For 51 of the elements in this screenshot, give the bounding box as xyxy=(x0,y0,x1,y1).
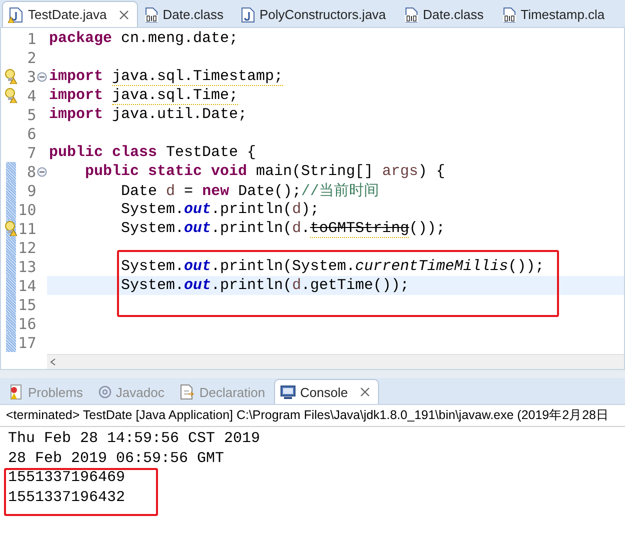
view-tab[interactable]: Console xyxy=(274,379,379,404)
java-file-icon xyxy=(241,6,256,22)
editor-tab[interactable]: Date.class xyxy=(398,1,496,27)
code-line: System.out.println(d.getTime()); xyxy=(120,277,410,294)
problems-icon xyxy=(8,384,24,400)
editor-tab[interactable]: PolyConstructors.java xyxy=(235,1,398,27)
editor-tab[interactable]: Date.class xyxy=(138,1,236,27)
console-output-line: 1551337196432 xyxy=(8,488,126,507)
code-line: Date d = new Date();//当前时间 xyxy=(120,182,380,200)
line-number: 13 xyxy=(17,258,36,276)
code-line: public static void main(String[] args) { xyxy=(84,163,446,180)
line-number: 9 xyxy=(26,182,36,200)
code-line: public class TestDate { xyxy=(49,144,256,161)
line-number: 14 xyxy=(17,276,36,294)
line-number: 12 xyxy=(17,238,36,256)
line-number: 1 xyxy=(26,30,36,48)
console-output-line: 28 Feb 2019 06:59:56 GMT xyxy=(8,448,224,468)
line-number: 15 xyxy=(17,296,36,314)
line-number: 10 xyxy=(17,200,36,218)
line-number: 4 xyxy=(26,86,36,104)
class-file-icon xyxy=(144,6,159,22)
line-number: 5 xyxy=(26,106,36,124)
code-line: System.out.println(System.currentTimeMillis()); xyxy=(120,258,544,275)
monitor-icon xyxy=(280,384,296,400)
line-number: 7 xyxy=(26,144,36,162)
console-status: <terminated> TestDate [Java Application] C:\Program Files\Java\jdk1.8.0_191\bin\javaw.exe (2019年2月28日 xyxy=(0,405,625,427)
console-output-line: Thu Feb 28 14:59:56 CST 2019 xyxy=(8,429,260,448)
class-file-icon xyxy=(404,6,419,22)
declaration-icon xyxy=(179,384,196,400)
code-line: import java.sql.Time; xyxy=(49,87,238,104)
close-icon[interactable] xyxy=(360,387,370,397)
collapse-icon[interactable] xyxy=(37,166,47,176)
close-icon[interactable] xyxy=(118,10,129,20)
line-number: 3 xyxy=(26,68,36,86)
line-number: 8 xyxy=(26,162,36,180)
horizontal-scrollbar[interactable] xyxy=(47,354,624,369)
line-number: 17 xyxy=(17,334,36,352)
console-output-line: 1551337196469 xyxy=(8,468,126,488)
code-line: System.out.println(d.toGMTString()); xyxy=(120,220,446,237)
line-number: 2 xyxy=(26,48,36,66)
line-number: 11 xyxy=(17,220,36,238)
code-line: System.out.println(d); xyxy=(120,201,320,218)
editor-tab[interactable]: TestDate.java xyxy=(2,1,138,27)
code-line: import java.sql.Timestamp; xyxy=(49,68,284,85)
collapse-icon[interactable] xyxy=(37,72,47,82)
code-line: package cn.meng.date; xyxy=(49,30,238,47)
class-file-icon xyxy=(502,6,517,22)
editor-tab[interactable]: Timestamp.cla xyxy=(496,1,617,27)
line-number: 6 xyxy=(26,124,36,142)
code-line: import java.util.Date; xyxy=(49,106,248,123)
line-number: 16 xyxy=(17,314,36,332)
